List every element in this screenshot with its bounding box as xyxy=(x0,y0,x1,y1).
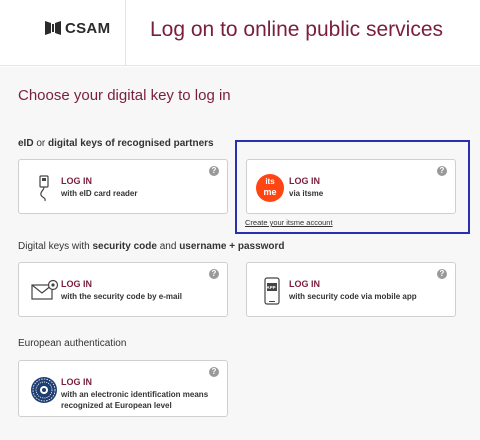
eid-card-subtitle: with eID card reader xyxy=(61,189,138,198)
header: CSAM Log on to online public services xyxy=(0,0,480,66)
email-card-title: LOG IN xyxy=(61,279,92,289)
login-email-card[interactable]: LOG IN with the security code by e-mail … xyxy=(18,262,228,317)
help-icon[interactable]: ? xyxy=(437,269,447,279)
mobile-card-title: LOG IN xyxy=(289,279,320,289)
mobile-card-subtitle: with security code via mobile app xyxy=(289,292,417,301)
logo-text: CSAM xyxy=(65,20,111,37)
page-title: Log on to online public services xyxy=(150,18,444,41)
email-card-subtitle: with the security code by e-mail xyxy=(61,292,182,301)
login-mobile-app-card[interactable]: APP LOG IN with security code via mobile… xyxy=(246,262,456,317)
group-label-sc-a: Digital keys with xyxy=(18,241,93,252)
group-label-eid-c: digital keys of recognised partners xyxy=(48,138,214,149)
european-card-subtitle-2: recognized at European level xyxy=(61,401,172,410)
create-itsme-account-link[interactable]: Create your itsme account xyxy=(245,218,333,227)
mobile-app-icon xyxy=(264,277,280,305)
email-icon xyxy=(31,279,59,300)
european-card-subtitle-1: with an electronic identification means xyxy=(61,390,209,399)
login-european-card[interactable]: LOG IN with an electronic identification… xyxy=(18,360,228,417)
login-eid-card[interactable]: LOG IN with eID card reader ? xyxy=(18,159,228,214)
group-label-security-code: Digital keys with security code and user… xyxy=(18,241,285,252)
help-icon[interactable]: ? xyxy=(209,367,219,377)
group-label-eid-a: eID xyxy=(18,138,34,149)
logo[interactable]: CSAM xyxy=(0,0,126,66)
european-card-title: LOG IN xyxy=(61,377,92,387)
help-icon[interactable]: ? xyxy=(209,166,219,176)
group-label-sc-b: security code xyxy=(92,241,157,252)
group-label-sc-c: and xyxy=(156,241,180,252)
eidas-icon xyxy=(31,377,57,403)
help-icon[interactable]: ? xyxy=(209,269,219,279)
csam-logo-icon xyxy=(45,21,61,35)
group-label-eid: eID or digital keys of recognised partne… xyxy=(18,138,214,149)
app-badge-text: APP xyxy=(266,285,276,290)
main-content: Choose your digital key to log in eID or… xyxy=(0,67,480,440)
group-label-european: European authentication xyxy=(18,338,127,349)
group-label-sc-d: username + password xyxy=(179,241,285,252)
group-label-eid-b: or xyxy=(33,138,49,149)
eid-card-title: LOG IN xyxy=(61,176,92,186)
section-heading: Choose your digital key to log in xyxy=(18,87,231,104)
card-reader-icon xyxy=(39,175,49,202)
